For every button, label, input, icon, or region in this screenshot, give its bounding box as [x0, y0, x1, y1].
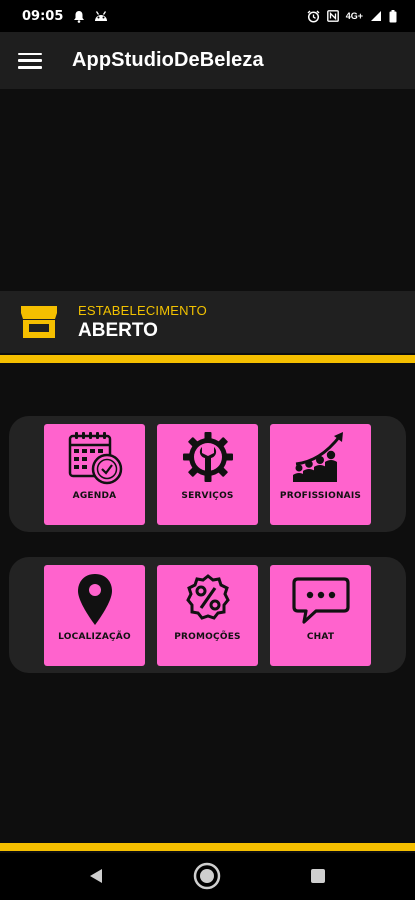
- signal-icon: [371, 11, 381, 21]
- tile-localizacao-label: LOCALIZAÇÃO: [58, 632, 131, 642]
- storefront-icon: [21, 306, 57, 338]
- system-nav-bar: [0, 853, 415, 900]
- team-growth-icon: [292, 432, 343, 482]
- menu-panel-2: LOCALIZAÇÃO PROMOÇÕES CHAT: [9, 557, 406, 673]
- home-icon[interactable]: [193, 862, 221, 890]
- alarm-icon: [307, 10, 320, 23]
- menu-panel-1: AGENDA SERVIÇOS PROFISSIONAIS: [9, 416, 406, 532]
- gear-wrench-icon: [182, 432, 233, 482]
- establishment-status-value: ABERTO: [78, 319, 158, 341]
- establishment-label: ESTABELECIMENTO: [78, 302, 207, 318]
- chat-bubble-icon: [291, 577, 350, 624]
- app-bar: AppStudioDeBeleza: [0, 32, 415, 89]
- app-screen: 09:05 4G+ AppStudioDeBeleza ESTABELECIME…: [0, 0, 415, 900]
- tile-agenda[interactable]: AGENDA: [44, 424, 145, 525]
- accent-divider-bottom: [0, 843, 415, 851]
- status-time: 09:05: [22, 8, 64, 24]
- tile-promocoes-label: PROMOÇÕES: [174, 632, 241, 642]
- back-icon[interactable]: [88, 868, 104, 884]
- hamburger-menu-icon[interactable]: [18, 51, 42, 71]
- battery-icon: [389, 9, 397, 22]
- status-bar: 09:05 4G+: [0, 0, 415, 32]
- calendar-clock-icon: [68, 432, 122, 485]
- nfc-icon: [326, 10, 339, 22]
- tile-profissionais-label: PROFISSIONAIS: [279, 491, 362, 501]
- tile-servicos[interactable]: SERVIÇOS: [157, 424, 258, 525]
- accent-divider-top: [0, 355, 415, 363]
- tile-chat-label: CHAT: [306, 632, 335, 642]
- location-pin-icon: [77, 574, 112, 625]
- network-type: 4G+: [345, 11, 363, 21]
- recent-apps-icon[interactable]: [311, 869, 325, 883]
- app-title: AppStudioDeBeleza: [72, 49, 264, 71]
- tile-servicos-label: SERVIÇOS: [181, 491, 234, 501]
- notification-bell-icon: [74, 10, 85, 23]
- tile-profissionais[interactable]: PROFISSIONAIS: [270, 424, 371, 525]
- percent-badge-icon: [185, 574, 230, 620]
- tile-promocoes[interactable]: PROMOÇÕES: [157, 565, 258, 666]
- establishment-status: ESTABELECIMENTO ABERTO: [0, 291, 415, 353]
- android-debug-icon: [95, 11, 108, 21]
- tile-localizacao[interactable]: LOCALIZAÇÃO: [44, 565, 145, 666]
- tile-agenda-label: AGENDA: [72, 491, 117, 501]
- tile-chat[interactable]: CHAT: [270, 565, 371, 666]
